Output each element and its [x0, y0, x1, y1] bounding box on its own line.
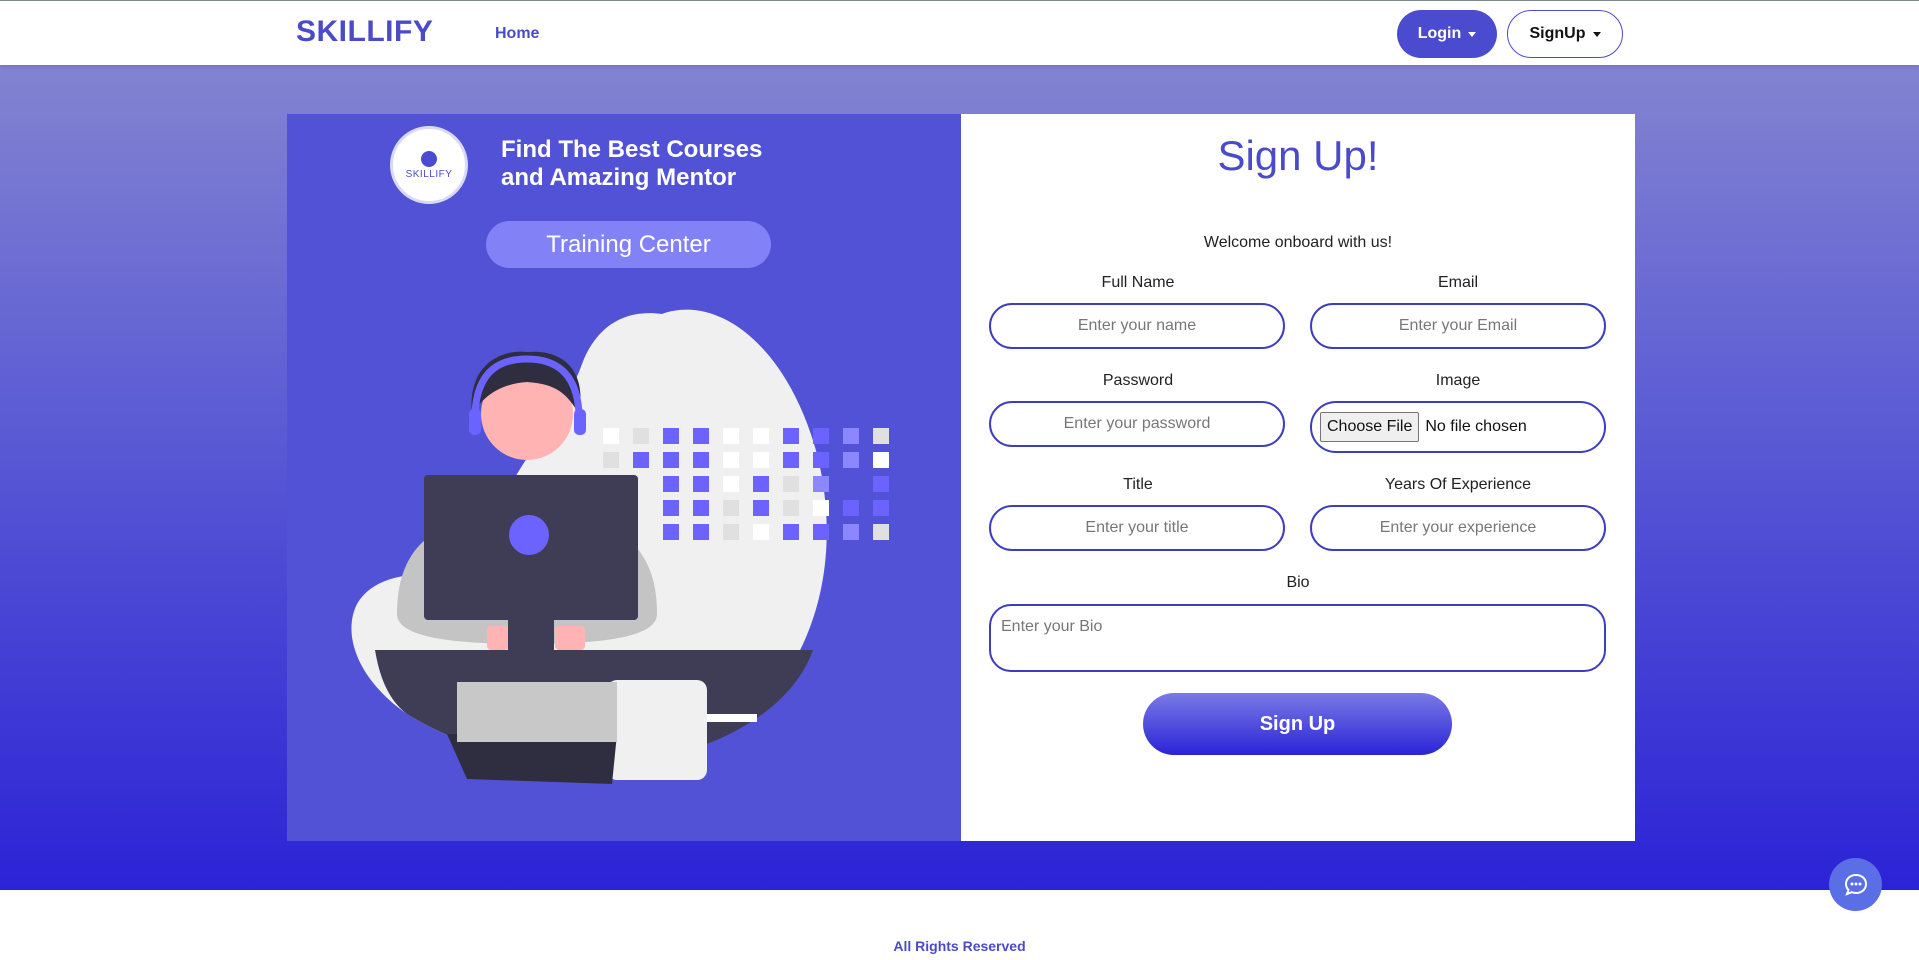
decor-square	[723, 452, 739, 468]
file-status-text: No file chosen	[1425, 418, 1527, 435]
decor-square	[753, 476, 769, 492]
decor-square	[753, 452, 769, 468]
welcome-text: Welcome onboard with us!	[1203, 234, 1393, 251]
decor-square	[663, 428, 679, 444]
decor-square	[753, 500, 769, 516]
decor-square	[693, 524, 709, 540]
promo-heading-line2: and Amazing Mentor	[501, 164, 737, 191]
experience-input[interactable]	[1310, 505, 1606, 551]
decor-square	[723, 428, 739, 444]
decor-square	[753, 524, 769, 540]
decor-square	[843, 524, 859, 540]
signup-form-panel: Sign Up! Welcome onboard with us! Full N…	[961, 114, 1635, 841]
experience-label: Years Of Experience	[1384, 476, 1532, 493]
decor-square	[843, 500, 859, 516]
decor-square	[603, 428, 619, 444]
navbar: SKILLIFY Home Login SignUp	[0, 0, 1919, 65]
decor-square	[783, 428, 799, 444]
signup-submit-button[interactable]: Sign Up	[1143, 693, 1452, 755]
decor-square	[633, 452, 649, 468]
decor-square	[723, 524, 739, 540]
email-label: Email	[1437, 274, 1478, 291]
page-title: Sign Up!	[1217, 132, 1379, 179]
decor-square	[813, 428, 829, 444]
logo-badge-text: SKILLIFY	[405, 168, 453, 180]
bio-label: Bio	[1286, 574, 1310, 591]
decor-square	[693, 500, 709, 516]
decor-square	[873, 500, 889, 516]
decor-square	[663, 524, 679, 540]
promo-heading-line1: Find The Best Courses	[501, 136, 763, 163]
password-label: Password	[1102, 372, 1174, 389]
decor-square	[813, 524, 829, 540]
decor-square	[873, 476, 889, 492]
title-input[interactable]	[989, 505, 1285, 551]
decor-square	[663, 452, 679, 468]
bio-textarea[interactable]	[989, 604, 1606, 672]
decor-square	[843, 452, 859, 468]
decor-square	[783, 476, 799, 492]
decor-square	[663, 476, 679, 492]
decor-square	[813, 452, 829, 468]
decor-square	[723, 476, 739, 492]
signup-label: SignUp	[1529, 25, 1586, 42]
decor-square	[693, 452, 709, 468]
chat-button[interactable]	[1829, 858, 1882, 911]
brain-icon	[421, 150, 437, 167]
decor-square	[693, 476, 709, 492]
promo-heading: Find The Best Courses and Amazing Mentor	[501, 136, 801, 192]
decor-square	[783, 500, 799, 516]
caret-down-icon	[1468, 31, 1477, 37]
title-label: Title	[1123, 476, 1153, 493]
decor-square	[843, 428, 859, 444]
password-input[interactable]	[989, 401, 1285, 447]
full-name-label: Full Name	[1101, 274, 1175, 291]
full-name-input[interactable]	[989, 303, 1285, 349]
chat-bubble-icon	[1844, 873, 1867, 896]
decor-square	[633, 428, 649, 444]
training-center-pill: Training Center	[486, 221, 771, 268]
footer-copyright: All Rights Reserved	[893, 938, 1026, 954]
signup-dropdown-button[interactable]: SignUp	[1507, 10, 1623, 58]
decor-square	[873, 524, 889, 540]
decor-square	[783, 452, 799, 468]
caret-down-icon	[1592, 31, 1601, 37]
nav-home-link[interactable]: Home	[495, 25, 539, 43]
image-label: Image	[1435, 372, 1481, 389]
decor-square	[663, 500, 679, 516]
choose-file-button[interactable]: Choose File	[1320, 412, 1420, 442]
decor-square	[753, 428, 769, 444]
promo-panel: SKILLIFY Find The Best Courses and Amazi…	[287, 114, 961, 841]
decor-square	[813, 476, 829, 492]
login-dropdown-button[interactable]: Login	[1397, 10, 1497, 58]
brand-logo-badge: SKILLIFY	[390, 126, 468, 204]
decor-square	[873, 452, 889, 468]
decor-square	[813, 500, 829, 516]
image-file-input[interactable]: Choose File No file chosen	[1310, 401, 1606, 453]
decor-square	[603, 452, 619, 468]
decor-square	[873, 428, 889, 444]
brand-logo[interactable]: SKILLIFY	[296, 15, 433, 49]
decor-square	[693, 428, 709, 444]
decor-square	[723, 500, 739, 516]
decor-square	[783, 524, 799, 540]
login-label: Login	[1417, 25, 1462, 42]
email-input[interactable]	[1310, 303, 1606, 349]
